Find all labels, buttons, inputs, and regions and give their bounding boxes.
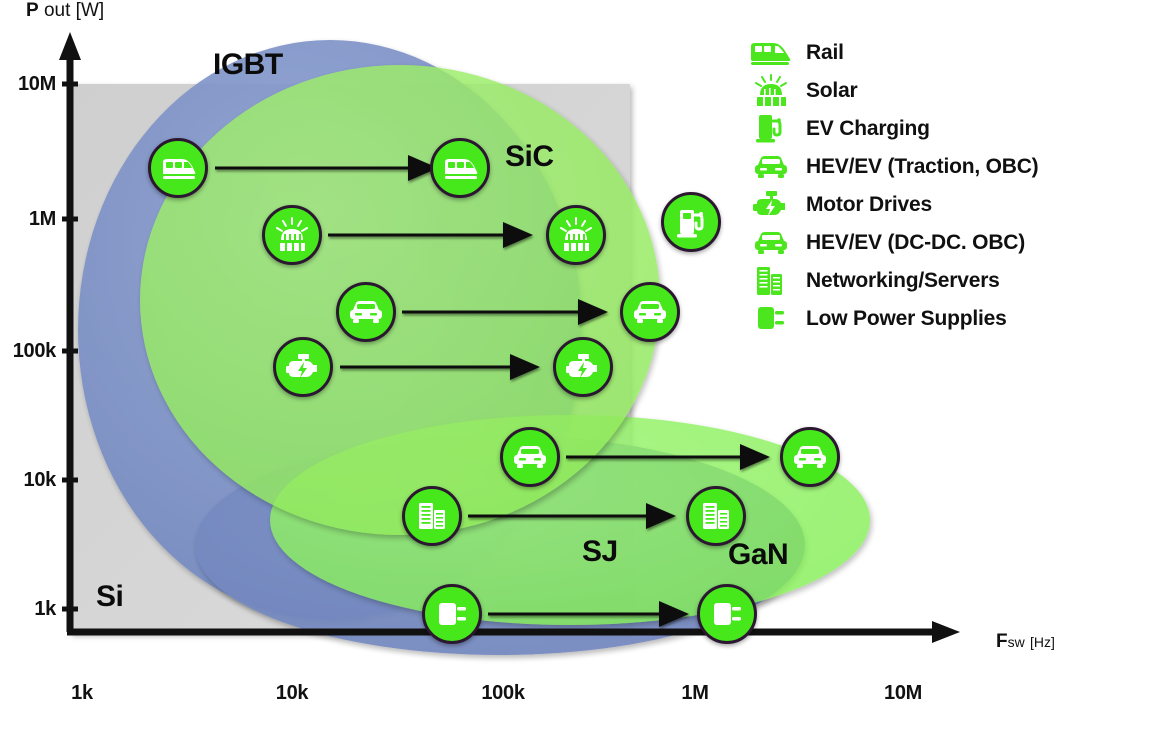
x-axis-title-unit: [Hz] [1030, 634, 1055, 650]
data-point-solar-sic[interactable] [546, 205, 606, 265]
region-label-sic: SiC [505, 140, 554, 173]
x-tick: 10M [883, 682, 923, 704]
car-icon [510, 437, 550, 477]
region-label-si: Si [96, 580, 124, 613]
solar-icon [556, 215, 596, 255]
y-tick: 1k [34, 598, 56, 620]
x-axis-title: Fsw [Hz] [996, 631, 1055, 653]
solar-icon [272, 215, 312, 255]
y-tick: 1M [28, 208, 56, 230]
legend-label: Solar [806, 79, 858, 102]
motor-icon [744, 188, 798, 222]
solar-icon [744, 74, 798, 108]
car-icon [744, 226, 798, 260]
region-label-gan: GaN [728, 538, 789, 571]
data-point-rail-si[interactable] [148, 138, 208, 198]
lowpower-icon [707, 594, 747, 634]
region-sic [140, 65, 660, 535]
x-tick: 1M [681, 682, 709, 704]
y-tick: 10M [17, 73, 56, 95]
data-point-hev-dcdc-sj[interactable] [500, 427, 560, 487]
data-point-hev-dcdc-gan[interactable] [780, 427, 840, 487]
motor-icon [563, 347, 603, 387]
data-point-solar-si[interactable] [262, 205, 322, 265]
rail-icon [158, 148, 198, 188]
legend-item-hev-traction[interactable]: HEV/EV (Traction, OBC) [744, 148, 1156, 186]
y-axis-ticks: 10M 1M 100k 10k 1k [0, 0, 57, 750]
data-point-lowpower-gan[interactable] [697, 584, 757, 644]
lowpower-icon [432, 594, 472, 634]
motor-icon [283, 347, 323, 387]
lowpower-icon [744, 302, 798, 336]
server-icon [744, 264, 798, 298]
x-tick: 100k [481, 682, 525, 704]
legend-label: EV Charging [806, 117, 930, 140]
y-tick: 10k [23, 469, 57, 491]
diagram-canvas: P out [W] Fsw [Hz] 10M 1M 100k 10k 1k 1k… [0, 0, 1162, 750]
x-tick: 10k [275, 682, 309, 704]
rail-icon [440, 148, 480, 188]
legend-item-solar[interactable]: Solar [744, 72, 1156, 110]
data-point-hev-traction-si[interactable] [336, 282, 396, 342]
evcharge-icon [671, 202, 711, 242]
evcharge-icon [744, 112, 798, 146]
car-icon [346, 292, 386, 332]
car-icon [790, 437, 830, 477]
legend-label: HEV/EV (Traction, OBC) [806, 155, 1039, 178]
y-tick: 100k [12, 340, 57, 362]
legend-item-motor-drives[interactable]: Motor Drives [744, 186, 1156, 224]
rail-icon [744, 36, 798, 70]
data-point-servers-gan[interactable] [686, 486, 746, 546]
data-point-motor-si[interactable] [273, 337, 333, 397]
legend-label: Low Power Supplies [806, 307, 1007, 330]
data-point-motor-sic[interactable] [553, 337, 613, 397]
x-axis-title-main: F [996, 631, 1008, 652]
data-point-lowpower-sj[interactable] [422, 584, 482, 644]
legend-item-rail[interactable]: Rail [744, 34, 1156, 72]
data-point-rail-sic[interactable] [430, 138, 490, 198]
server-icon [696, 496, 736, 536]
car-icon [744, 150, 798, 184]
legend-item-hev-dcdc[interactable]: HEV/EV (DC-DC. OBC) [744, 224, 1156, 262]
car-icon [630, 292, 670, 332]
legend-label: Rail [806, 41, 844, 64]
legend-item-ev-charging[interactable]: EV Charging [744, 110, 1156, 148]
data-point-servers-sj[interactable] [402, 486, 462, 546]
legend-item-low-power-supplies[interactable]: Low Power Supplies [744, 300, 1156, 338]
legend-label: HEV/EV (DC-DC. OBC) [806, 231, 1026, 254]
x-tick: 1k [71, 682, 93, 704]
region-label-igbt: IGBT [213, 48, 283, 81]
legend: Rail Solar EV Charging HEV/EV (Traction,… [744, 34, 1156, 338]
server-icon [412, 496, 452, 536]
legend-label: Motor Drives [806, 193, 932, 216]
x-axis-ticks: 1k 10k 100k 1M 10M [0, 682, 1162, 712]
data-point-hev-traction-sic[interactable] [620, 282, 680, 342]
region-label-sj: SJ [582, 535, 618, 568]
legend-label: Networking/Servers [806, 269, 1000, 292]
legend-item-networking-servers[interactable]: Networking/Servers [744, 262, 1156, 300]
x-axis-title-sub: sw [1007, 634, 1025, 650]
data-point-ev-charging[interactable] [661, 192, 721, 252]
